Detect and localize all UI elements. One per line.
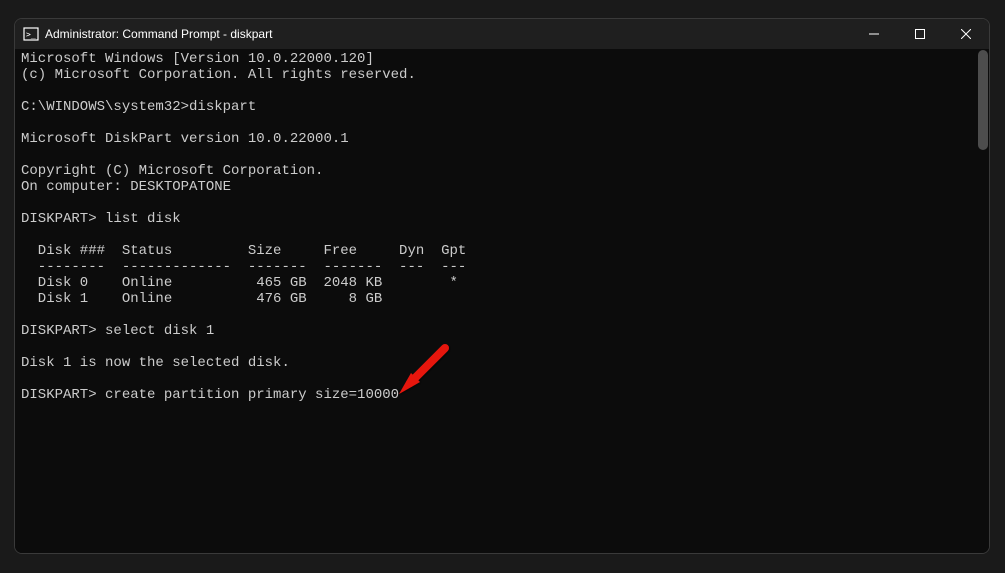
close-button[interactable] — [943, 19, 989, 49]
output-line: DISKPART> create partition primary size=… — [21, 387, 399, 403]
output-line: Disk 1 is now the selected disk. — [21, 355, 290, 371]
table-divider: -------- ------------- ------- ------- -… — [21, 259, 466, 275]
window-controls — [851, 19, 989, 49]
output-line: Copyright (C) Microsoft Corporation. — [21, 163, 323, 179]
output-line: Microsoft Windows [Version 10.0.22000.12… — [21, 51, 374, 67]
table-header: Disk ### Status Size Free Dyn Gpt — [21, 243, 466, 259]
output-line: DISKPART> select disk 1 — [21, 323, 214, 339]
scrollbar-thumb[interactable] — [978, 50, 988, 150]
output-line: On computer: DESKTOPATONE — [21, 179, 231, 195]
table-row: Disk 1 Online 476 GB 8 GB — [21, 291, 382, 307]
minimize-button[interactable] — [851, 19, 897, 49]
output-line: Microsoft DiskPart version 10.0.22000.1 — [21, 131, 349, 147]
maximize-button[interactable] — [897, 19, 943, 49]
cmd-icon: >_ — [23, 26, 39, 42]
window-title: Administrator: Command Prompt - diskpart — [45, 27, 272, 41]
svg-text:>_: >_ — [26, 30, 36, 39]
command-prompt-window: >_ Administrator: Command Prompt - diskp… — [14, 18, 990, 554]
titlebar[interactable]: >_ Administrator: Command Prompt - diskp… — [15, 19, 989, 49]
terminal-output[interactable]: Microsoft Windows [Version 10.0.22000.12… — [15, 49, 989, 553]
output-line: C:\WINDOWS\system32>diskpart — [21, 99, 256, 115]
output-line: DISKPART> list disk — [21, 211, 181, 227]
table-row: Disk 0 Online 465 GB 2048 KB * — [21, 275, 458, 291]
output-line: (c) Microsoft Corporation. All rights re… — [21, 67, 416, 83]
